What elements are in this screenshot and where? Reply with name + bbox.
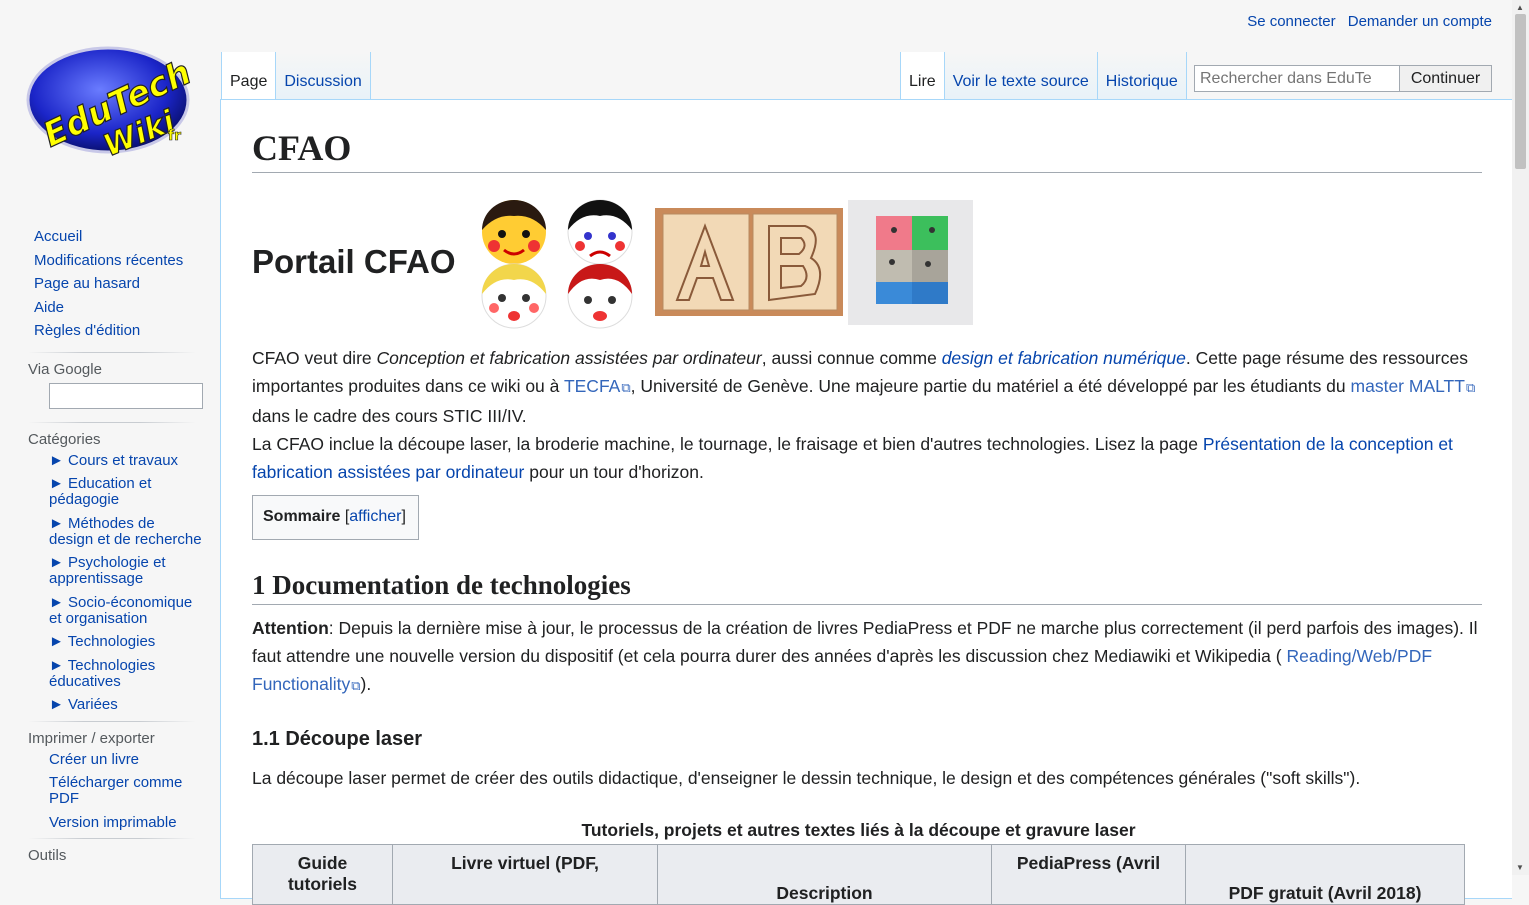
logo-suffix: fr bbox=[168, 128, 181, 144]
sidebar-item-random-page[interactable]: Page au hasard bbox=[0, 272, 220, 296]
category-cours-travaux[interactable]: ► Cours et travaux bbox=[49, 452, 202, 469]
category-variees[interactable]: ► Variées bbox=[49, 697, 202, 713]
face-red-hair bbox=[567, 263, 633, 329]
cube-image[interactable] bbox=[847, 199, 973, 325]
edutech-wiki-logo: EduTech Wiki fr bbox=[26, 46, 198, 165]
main-content: CFAO Portail CFAO CFAO veut dire Concept… bbox=[220, 99, 1512, 905]
text: La CFAO inclue la découpe laser, la brod… bbox=[252, 434, 1203, 454]
text: pour un tour d'horizon. bbox=[524, 462, 704, 482]
external-link-icon: ⧉ bbox=[1465, 380, 1476, 395]
tools-heading[interactable]: Outils bbox=[28, 839, 220, 864]
laser-paragraph: La découpe laser permet de créer des out… bbox=[252, 768, 1361, 788]
page-scrollbar[interactable]: ▲ ▼ bbox=[1512, 0, 1529, 875]
sidebar-item-editing-rules[interactable]: Règles d'édition bbox=[0, 319, 220, 343]
create-book-link[interactable]: Créer un livre bbox=[49, 751, 202, 768]
tools-portal: Outils bbox=[0, 838, 220, 864]
sidebar-navigation: Accueil Modifications récentes Page au h… bbox=[0, 225, 220, 343]
printable-version-link[interactable]: Version imprimable bbox=[49, 814, 202, 831]
face-happy-dark bbox=[481, 200, 546, 264]
category-technologies-educatives[interactable]: ► Technologies éducatives bbox=[49, 657, 202, 690]
toc-bracket-close: ] bbox=[401, 508, 406, 525]
link-master-maltt[interactable]: master MALTT⧉ bbox=[1351, 376, 1476, 396]
print-heading: Imprimer / exporter bbox=[28, 729, 155, 747]
create-account-link[interactable]: Demander un compte bbox=[1348, 13, 1492, 30]
site-logo[interactable]: EduTech Wiki fr bbox=[24, 42, 198, 165]
section-heading: 1 Documentation de technologies bbox=[252, 568, 1482, 605]
face-blond bbox=[481, 263, 547, 329]
scroll-thumb[interactable] bbox=[1515, 14, 1526, 169]
emphasis: Conception et fabrication assistées par … bbox=[376, 348, 762, 368]
text: dans le cadre des cours STIC III/IV. bbox=[252, 406, 527, 426]
tab-history[interactable]: Historique bbox=[1097, 52, 1187, 100]
personal-tools: Se connecter Demander un compte bbox=[1239, 13, 1492, 30]
tab-read[interactable]: Lire bbox=[901, 52, 945, 100]
search-button[interactable]: Continuer bbox=[1399, 65, 1492, 92]
login-link[interactable]: Se connecter bbox=[1247, 13, 1335, 30]
warning-label: Attention bbox=[252, 618, 329, 638]
google-portal: Via Google bbox=[0, 351, 220, 409]
scroll-up-icon[interactable]: ▲ bbox=[1516, 3, 1524, 12]
text: , aussi connue comme bbox=[761, 348, 942, 368]
face-sad-dark bbox=[567, 199, 633, 265]
sidebar-item-recent-changes[interactable]: Modifications récentes bbox=[0, 249, 220, 273]
toc-title: Sommaire bbox=[263, 508, 341, 525]
category-socio-economique[interactable]: ► Socio-économique et organisation bbox=[49, 594, 202, 627]
text: CFAO veut dire bbox=[252, 348, 377, 368]
sidebar: Accueil Modifications récentes Page au h… bbox=[0, 225, 220, 864]
view-tabs: Lire Voir le texte source Historique bbox=[900, 52, 1187, 100]
category-technologies[interactable]: ► Technologies bbox=[49, 634, 202, 650]
table-caption: Tutoriels, projets et autres textes liés… bbox=[581, 820, 1136, 840]
subsection-heading: 1.1 Découpe laser bbox=[252, 728, 423, 750]
sidebar-item-accueil[interactable]: Accueil bbox=[0, 225, 220, 249]
link-tecfa-label: TECFA bbox=[563, 376, 621, 396]
overview-paragraph: La CFAO inclue la découpe laser, la brod… bbox=[252, 430, 1482, 486]
download-pdf-link[interactable]: Télécharger comme PDF bbox=[49, 775, 202, 807]
portal-banner: Portail CFAO bbox=[252, 194, 1482, 330]
link-design-fabrication[interactable]: design et fabrication numérique bbox=[942, 348, 1186, 368]
google-search-input[interactable] bbox=[49, 382, 203, 409]
external-link-icon: ⧉ bbox=[621, 380, 631, 395]
portal-title: Portail CFAO bbox=[252, 243, 456, 280]
categories-heading: Catégories bbox=[28, 430, 101, 448]
category-methodes-design[interactable]: ► Méthodes de design et de recherche bbox=[49, 515, 202, 548]
intro-paragraph: CFAO veut dire Conception et fabrication… bbox=[252, 344, 1482, 430]
text: ). bbox=[360, 674, 372, 694]
scroll-down-icon[interactable]: ▼ bbox=[1516, 863, 1524, 872]
link-maltt-label: master MALTT bbox=[1350, 376, 1465, 396]
google-heading: Via Google bbox=[28, 360, 102, 378]
search-input[interactable] bbox=[1194, 65, 1400, 92]
text: , Université de Genève. Une majeure part… bbox=[630, 376, 1351, 396]
tab-discussion[interactable]: Discussion bbox=[276, 52, 371, 100]
namespace-tabs: Page Discussion bbox=[221, 52, 371, 100]
ab-puzzle-image[interactable] bbox=[654, 208, 843, 316]
print-portal: Imprimer / exporter Créer un livre Téléc… bbox=[0, 720, 220, 831]
external-link-icon: ⧉ bbox=[351, 678, 361, 693]
tab-page[interactable]: Page bbox=[222, 52, 277, 100]
table-of-contents: Sommaire [afficher] bbox=[252, 495, 419, 540]
tab-view-source[interactable]: Voir le texte source bbox=[944, 52, 1098, 100]
link-tecfa[interactable]: TECFA⧉ bbox=[564, 376, 631, 396]
toc-toggle-link[interactable]: afficher bbox=[349, 508, 401, 525]
category-psychologie[interactable]: ► Psychologie et apprentissage bbox=[49, 555, 202, 587]
category-education-pedagogie[interactable]: ► Education et pédagogie bbox=[49, 476, 202, 508]
warning-paragraph: Attention: Depuis la dernière mise à jou… bbox=[252, 614, 1482, 700]
categories-portal: Catégories ► Cours et travaux ► Educatio… bbox=[0, 421, 220, 714]
page-title: CFAO bbox=[252, 126, 1482, 173]
sidebar-item-help[interactable]: Aide bbox=[0, 296, 220, 320]
faces-image[interactable] bbox=[461, 194, 652, 330]
